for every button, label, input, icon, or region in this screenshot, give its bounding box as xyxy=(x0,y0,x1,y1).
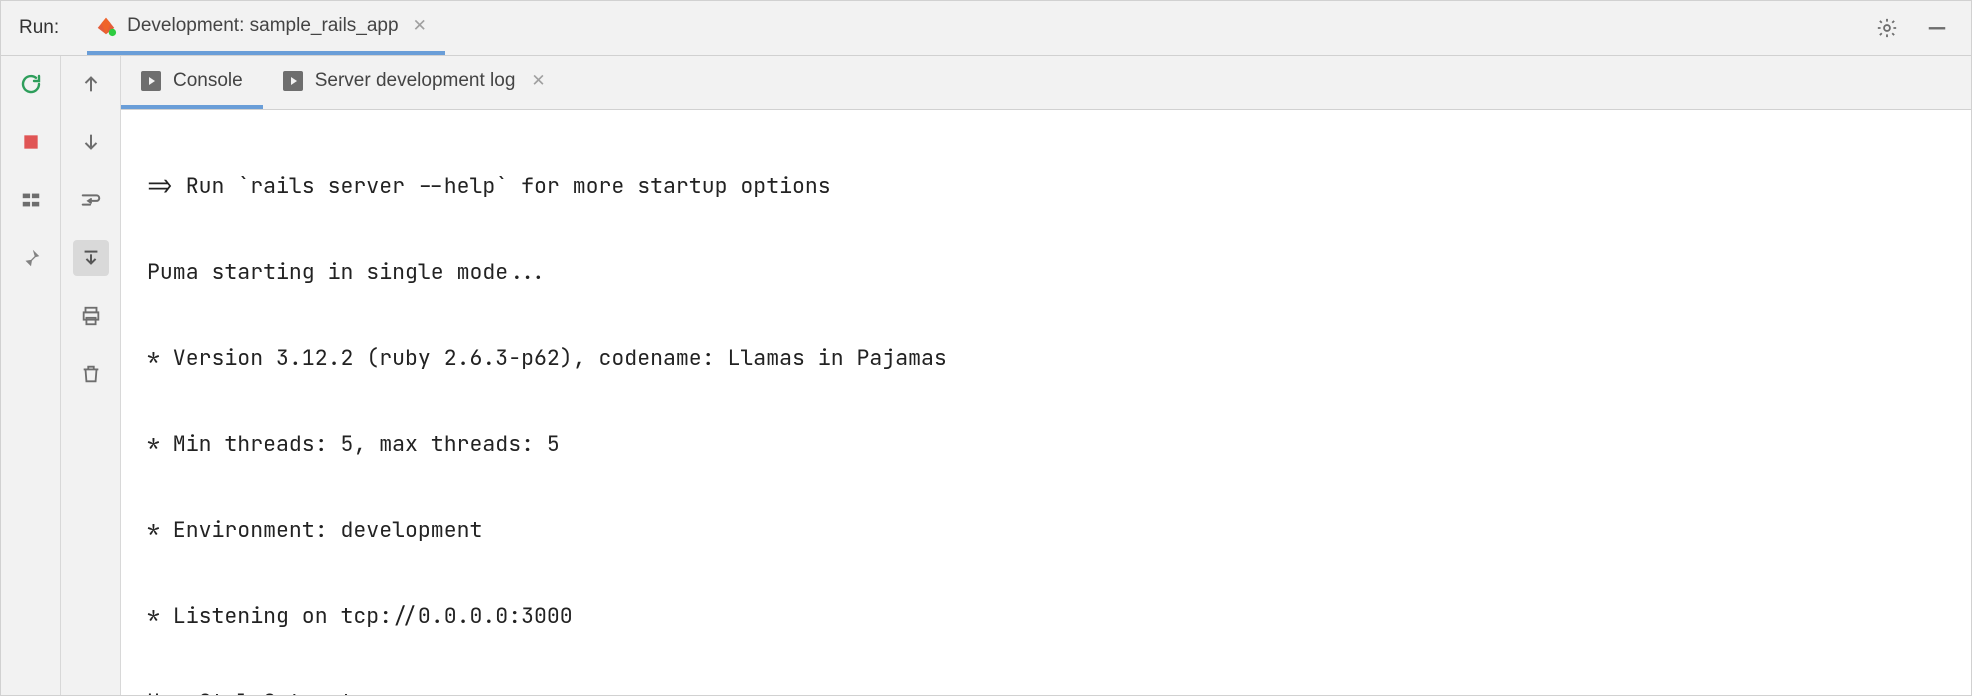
topbar-actions xyxy=(1873,14,1961,42)
tab-console[interactable]: Console xyxy=(121,56,263,109)
close-icon[interactable]: ✕ xyxy=(409,16,431,36)
terminal-icon xyxy=(283,71,303,91)
tab-server-log[interactable]: Server development log ✕ xyxy=(263,56,570,109)
ruby-icon xyxy=(95,15,117,37)
layout-icon[interactable] xyxy=(13,182,49,218)
stop-icon[interactable] xyxy=(13,124,49,160)
action-strip-console xyxy=(61,56,121,695)
gear-icon[interactable] xyxy=(1873,14,1901,42)
rerun-icon[interactable] xyxy=(13,66,49,102)
run-tool-window: Run: Development: sample_rails_app ✕ xyxy=(0,0,1972,696)
run-topbar: Run: Development: sample_rails_app ✕ xyxy=(1,1,1971,56)
panel-title: Run: xyxy=(19,17,59,39)
run-content: Console Server development log ✕ => Run … xyxy=(121,56,1971,695)
console-line: * Version 3.12.2 (ruby 2.6.3-p62), coden… xyxy=(147,337,1971,380)
console-line: * Environment: development xyxy=(147,509,1971,552)
print-icon[interactable] xyxy=(73,298,109,334)
scroll-to-end-icon[interactable] xyxy=(73,240,109,276)
arrow-up-icon[interactable] xyxy=(73,66,109,102)
console-line: * Listening on tcp://0.0.0.0:3000 xyxy=(147,595,1971,638)
run-body: Console Server development log ✕ => Run … xyxy=(1,56,1971,695)
tab-console-label: Console xyxy=(173,70,243,92)
pin-icon[interactable] xyxy=(13,240,49,276)
softwrap-icon[interactable] xyxy=(73,182,109,218)
console-line: * Min threads: 5, max threads: 5 xyxy=(147,423,1971,466)
run-config-name: Development: sample_rails_app xyxy=(127,15,398,37)
console-line: => Run `rails server --help` for more st… xyxy=(147,165,1971,208)
trash-icon[interactable] xyxy=(73,356,109,392)
console-output[interactable]: => Run `rails server --help` for more st… xyxy=(121,110,1971,695)
console-line: Puma starting in single mode... xyxy=(147,251,1971,294)
console-line: Use Ctrl-C to stop xyxy=(147,681,1971,695)
terminal-icon xyxy=(141,71,161,91)
tab-server-log-label: Server development log xyxy=(315,70,516,92)
run-config-tab[interactable]: Development: sample_rails_app ✕ xyxy=(87,1,445,55)
hide-icon[interactable] xyxy=(1923,14,1951,42)
action-strip-primary xyxy=(1,56,61,695)
arrow-down-icon[interactable] xyxy=(73,124,109,160)
console-tabs: Console Server development log ✕ xyxy=(121,56,1971,110)
close-icon[interactable]: ✕ xyxy=(527,71,549,91)
